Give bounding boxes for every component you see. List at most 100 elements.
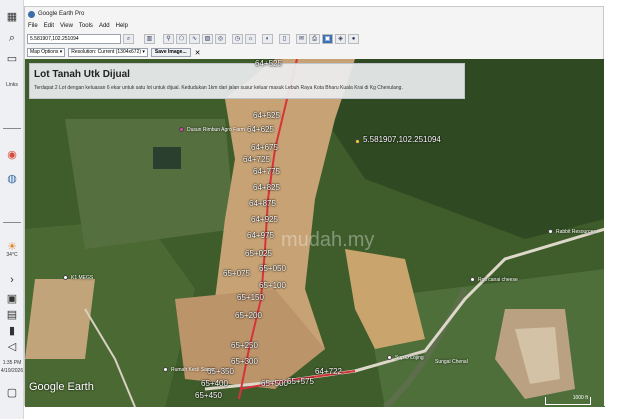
desktop-background-strip xyxy=(604,6,632,406)
place-label[interactable]: Roti canai cheese xyxy=(478,277,518,283)
links-label[interactable]: Links xyxy=(0,82,24,88)
lot-label: 64+725 xyxy=(243,155,270,164)
lot-label: 65+500 xyxy=(261,379,288,388)
screen: ▦ ⌕ ▭ Links ◉ ◍ ☀ 34°C › ▣ ▤ ▮ ◁ 1:35 PM… xyxy=(0,0,640,419)
notification-icon[interactable]: ▣ xyxy=(3,290,21,306)
lot-label: 64+775 xyxy=(253,167,280,176)
lot-label: 64+525 xyxy=(255,59,282,68)
save-image-button[interactable]: Save Image... xyxy=(150,48,191,57)
record-tour-icon[interactable]: ◎ xyxy=(215,34,226,44)
temperature-label: 34°C xyxy=(6,252,18,258)
sun-icon[interactable]: ☼ xyxy=(245,34,256,44)
lot-label: 65+025 xyxy=(245,249,272,258)
clock-time[interactable]: 1:35 PM xyxy=(0,360,24,366)
menu-tools[interactable]: Tools xyxy=(79,23,93,29)
lot-label: 65+150 xyxy=(237,293,264,302)
view-in-maps-icon[interactable]: ◈ xyxy=(335,34,346,44)
email-icon[interactable]: ✉ xyxy=(296,34,307,44)
chrome-icon[interactable]: ◉ xyxy=(3,146,21,162)
place-label[interactable]: Rabbit Resources xyxy=(556,229,596,235)
ruler-icon[interactable]: ▯ xyxy=(279,34,290,44)
lot-label: 64+722 xyxy=(315,367,342,376)
search-input[interactable] xyxy=(27,34,121,44)
place-marker-icon[interactable] xyxy=(63,275,68,280)
menu-view[interactable]: View xyxy=(60,23,73,29)
volume-icon[interactable]: ◁ xyxy=(3,338,21,354)
lot-label: 65+575 xyxy=(287,377,314,386)
menu-add[interactable]: Add xyxy=(99,23,110,29)
search-button-icon[interactable]: ⌕ xyxy=(123,34,134,44)
place-label[interactable]: Dusun Rimbun Agro Farm xyxy=(187,127,245,133)
place-label[interactable]: Sup D Lojing xyxy=(395,355,424,361)
add-polygon-icon[interactable]: ⬠ xyxy=(176,34,187,44)
menu-bar: File Edit View Tools Add Help xyxy=(25,21,134,31)
lot-label: 64+825 xyxy=(253,183,280,192)
map-view[interactable]: Lot Tanah Utk Dijual Terdapat 2 Lot deng… xyxy=(25,59,605,407)
scale-label: 1000 ft xyxy=(572,395,588,401)
print-icon[interactable]: ⎙ xyxy=(309,34,320,44)
battery-icon[interactable]: ▮ xyxy=(3,322,21,338)
lot-label: 64+525 xyxy=(253,111,280,120)
place-label[interactable]: Rumah Kecil Samo xyxy=(171,367,214,373)
place-label[interactable]: K1 MEGS xyxy=(71,275,93,281)
lot-label: 64+875 xyxy=(249,199,276,208)
add-path-icon[interactable]: ∿ xyxy=(189,34,200,44)
search-icon[interactable]: ⌕ xyxy=(3,30,21,46)
lot-label: 65+200 xyxy=(235,311,262,320)
watermark-text: mudah.my xyxy=(281,229,375,251)
info-balloon[interactable]: Lot Tanah Utk Dijual Terdapat 2 Lot deng… xyxy=(29,63,465,99)
map-options-dropdown[interactable]: Map Options ▾ xyxy=(27,48,66,57)
chevron-right-icon[interactable]: › xyxy=(3,272,21,288)
river-label: Sungai Chenal xyxy=(435,359,468,365)
windows-start-icon[interactable]: ▦ xyxy=(3,8,21,24)
toolbar: ⌕ ▥ ⚲ ⬠ ∿ ▧ ◎ ◷ ☼ ◐ ▯ ✉ ⎙ ▣ ◈ ● xyxy=(25,32,603,46)
coordinate-pin-icon[interactable] xyxy=(355,139,360,144)
google-earth-window: Google Earth Pro File Edit View Tools Ad… xyxy=(24,6,605,407)
add-placemark-icon[interactable]: ⚲ xyxy=(163,34,174,44)
network-icon[interactable]: ▤ xyxy=(3,306,21,322)
save-image-icon[interactable]: ▣ xyxy=(322,34,333,44)
google-earth-icon[interactable]: ◍ xyxy=(3,170,21,186)
info-title: Lot Tanah Utk Dijual xyxy=(34,69,130,80)
menu-file[interactable]: File xyxy=(28,23,38,29)
lot-label: 65+050 xyxy=(259,264,286,273)
resolution-dropdown[interactable]: Resolution: Current (1304x672) ▾ xyxy=(68,48,148,57)
google-earth-logo: Google Earth xyxy=(29,381,94,393)
lot-label: 65+400 xyxy=(201,379,228,388)
lot-label: 65+300 xyxy=(231,357,258,366)
historical-imagery-icon[interactable]: ◷ xyxy=(232,34,243,44)
lot-label: 65+075 xyxy=(223,269,250,278)
coordinate-pin-label: 5.581907,102.251094 xyxy=(363,135,441,144)
title-bar: Google Earth Pro xyxy=(25,7,603,21)
lot-label: 64+925 xyxy=(251,215,278,224)
window-title: Google Earth Pro xyxy=(38,11,85,17)
menu-edit[interactable]: Edit xyxy=(44,23,54,29)
lot-label: 65+100 xyxy=(259,281,286,290)
taskbar-divider xyxy=(3,128,21,129)
place-marker-icon[interactable] xyxy=(179,127,184,132)
scale-bar: 1000 ft xyxy=(545,395,591,405)
lot-label: 64+675 xyxy=(251,143,278,152)
app-icon xyxy=(28,10,35,18)
clock-date[interactable]: 4/19/2026 xyxy=(0,368,24,374)
place-marker-icon[interactable] xyxy=(163,367,168,372)
place-marker-icon[interactable] xyxy=(387,355,392,360)
chat-icon[interactable]: ▢ xyxy=(3,384,21,400)
sidebar-toggle-icon[interactable]: ▥ xyxy=(144,34,155,44)
add-overlay-icon[interactable]: ▧ xyxy=(202,34,213,44)
menu-help[interactable]: Help xyxy=(116,23,128,29)
place-marker-icon[interactable] xyxy=(548,229,553,234)
lot-label: 65+450 xyxy=(195,391,222,400)
taskbar-divider-2 xyxy=(3,222,21,223)
place-marker-icon[interactable] xyxy=(470,277,475,282)
task-view-icon[interactable]: ▭ xyxy=(3,50,21,66)
close-options-icon[interactable]: ✕ xyxy=(195,49,201,57)
info-description: Terdapat 2 Lot dengan keluasan 6 ekar un… xyxy=(34,85,403,91)
lot-label: 64+625 xyxy=(247,125,274,134)
os-taskbar: ▦ ⌕ ▭ Links ◉ ◍ ☀ 34°C › ▣ ▤ ▮ ◁ 1:35 PM… xyxy=(0,0,24,419)
earth-icon[interactable]: ● xyxy=(348,34,359,44)
lot-label: 65+250 xyxy=(231,341,258,350)
lot-label: 64+975 xyxy=(247,231,274,240)
planets-icon[interactable]: ◐ xyxy=(262,34,273,44)
save-image-options-bar: Map Options ▾ Resolution: Current (1304x… xyxy=(25,47,603,58)
